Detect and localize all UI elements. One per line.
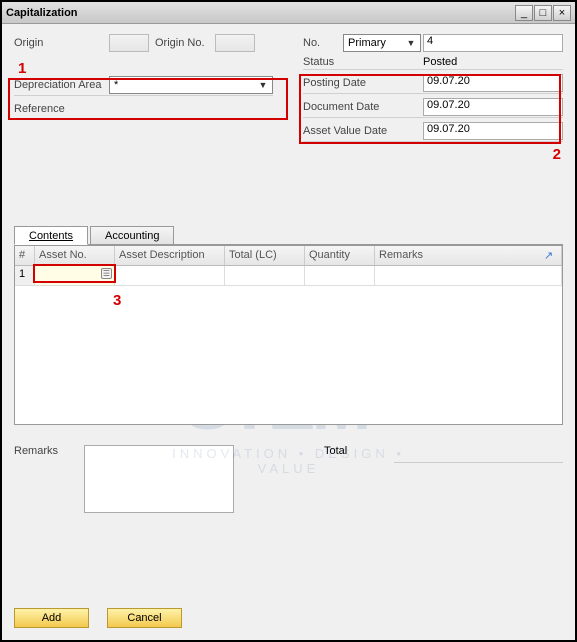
asset-no-cell[interactable]: ☰ (35, 266, 115, 286)
origin-no-label: Origin No. (155, 37, 215, 49)
tab-strip: Contents Accounting (14, 226, 563, 245)
status-label: Status (303, 56, 423, 68)
document-date-label: Document Date (303, 101, 423, 113)
cancel-button[interactable]: Cancel (107, 608, 182, 628)
tab-contents[interactable]: Contents (14, 226, 88, 245)
window-title: Capitalization (6, 7, 514, 19)
remarks-textarea[interactable] (84, 445, 234, 513)
tab-accounting[interactable]: Accounting (90, 226, 174, 244)
minimize-icon[interactable]: _ (515, 5, 533, 21)
asset-value-date-input[interactable]: 09.07.20 (423, 122, 563, 140)
chevron-down-icon: ▼ (256, 78, 270, 92)
expand-icon[interactable]: ↗ (544, 249, 558, 263)
maximize-icon[interactable]: □ (534, 5, 552, 21)
no-input[interactable]: 4 (423, 34, 563, 52)
no-label: No. (303, 37, 343, 49)
grid-header: # Asset No. Asset Description Total (LC)… (15, 246, 562, 266)
col-remarks[interactable]: Remarks (375, 246, 562, 265)
posting-date-input[interactable]: 09.07.20 (423, 74, 563, 92)
annotation-2: 2 (553, 146, 561, 163)
asset-value-date-label: Asset Value Date (303, 125, 423, 137)
total-lc-cell[interactable] (225, 266, 305, 286)
remarks-cell[interactable] (375, 266, 562, 286)
col-total-lc[interactable]: Total (LC) (225, 246, 305, 265)
capitalization-window: Capitalization _ □ × Origin Origin No. D… (0, 0, 577, 642)
close-icon[interactable]: × (553, 5, 571, 21)
annotation-1: 1 (18, 60, 26, 77)
items-grid: ↗ # Asset No. Asset Description Total (L… (14, 245, 563, 425)
add-button[interactable]: Add (14, 608, 89, 628)
depreciation-area-select[interactable]: * ▼ (109, 76, 273, 94)
asset-desc-cell[interactable] (115, 266, 225, 286)
reference-input[interactable] (109, 100, 273, 118)
titlebar: Capitalization _ □ × (2, 2, 575, 24)
depreciation-area-label: Depreciation Area (14, 79, 109, 91)
posting-date-label: Posting Date (303, 77, 423, 89)
origin-no-value (215, 34, 255, 52)
reference-label: Reference (14, 103, 109, 115)
depreciation-area-value: * (114, 79, 118, 91)
origin-value (109, 34, 149, 52)
total-value (394, 445, 563, 463)
no-series-select[interactable]: Primary ▼ (343, 34, 421, 52)
origin-label: Origin (14, 37, 109, 49)
status-value: Posted (423, 56, 457, 68)
row-index: 1 (15, 266, 35, 286)
col-asset-desc[interactable]: Asset Description (115, 246, 225, 265)
annotation-3: 3 (113, 292, 121, 309)
document-date-input[interactable]: 09.07.20 (423, 98, 563, 116)
col-asset-no[interactable]: Asset No. (35, 246, 115, 265)
chevron-down-icon: ▼ (404, 36, 418, 50)
remarks-label: Remarks (14, 445, 74, 457)
col-index[interactable]: # (15, 246, 35, 265)
quantity-cell[interactable] (305, 266, 375, 286)
col-quantity[interactable]: Quantity (305, 246, 375, 265)
table-row: 1 ☰ (15, 266, 562, 286)
chooser-icon[interactable]: ☰ (101, 268, 112, 279)
total-label: Total (324, 445, 384, 457)
